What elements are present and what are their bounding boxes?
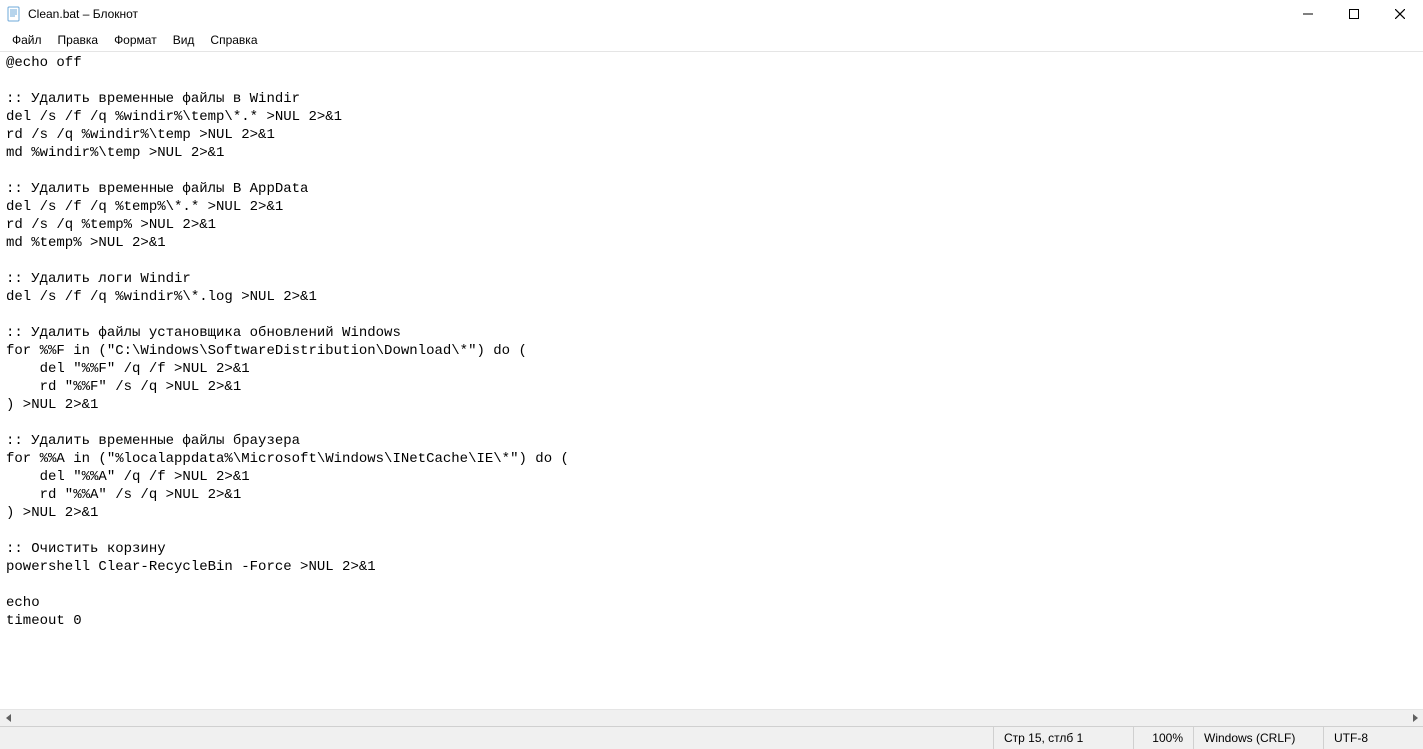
menu-help[interactable]: Справка [202,30,265,50]
statusbar: Стр 15, стлб 1 100% Windows (CRLF) UTF-8 [0,726,1423,749]
status-eol: Windows (CRLF) [1193,727,1323,749]
scroll-left-arrow-icon[interactable] [0,710,17,727]
status-cursor-position: Стр 15, стлб 1 [993,727,1133,749]
close-button[interactable] [1377,0,1423,28]
menu-format[interactable]: Формат [106,30,165,50]
minimize-button[interactable] [1285,0,1331,28]
titlebar[interactable]: Clean.bat – Блокнот [0,0,1423,28]
status-encoding: UTF-8 [1323,727,1423,749]
status-zoom[interactable]: 100% [1133,727,1193,749]
scroll-right-arrow-icon[interactable] [1406,710,1423,727]
status-filler [0,727,993,749]
notepad-window: Clean.bat – Блокнот Файл Правка Формат В… [0,0,1423,749]
menu-edit[interactable]: Правка [50,30,107,50]
horizontal-scrollbar[interactable] [0,709,1423,726]
maximize-button[interactable] [1331,0,1377,28]
menu-file[interactable]: Файл [4,30,50,50]
window-title: Clean.bat – Блокнот [28,7,138,21]
scroll-track[interactable] [17,710,1406,726]
editor-container: @echo off :: Удалить временные файлы в W… [0,52,1423,709]
notepad-icon [6,6,22,22]
window-controls [1285,0,1423,28]
text-editor[interactable]: @echo off :: Удалить временные файлы в W… [0,52,1423,709]
menu-view[interactable]: Вид [165,30,203,50]
menubar: Файл Правка Формат Вид Справка [0,28,1423,52]
